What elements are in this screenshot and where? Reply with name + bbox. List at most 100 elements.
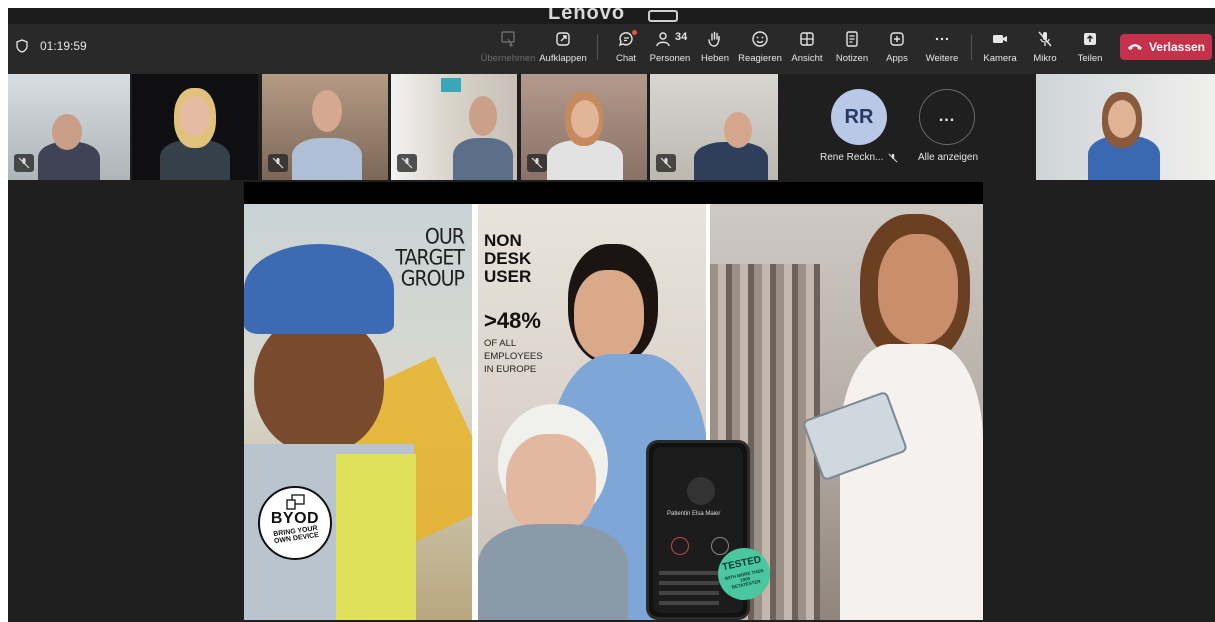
person-head bbox=[571, 100, 599, 138]
participant-name-text: Rene Reckn... bbox=[820, 152, 884, 163]
person-figure bbox=[292, 138, 362, 180]
popout-icon bbox=[556, 32, 570, 46]
view-label: Ansicht bbox=[791, 53, 823, 64]
slide-percentage: >48% bbox=[484, 308, 541, 333]
muted-indicator bbox=[14, 154, 34, 172]
leave-label: Verlassen bbox=[1148, 40, 1206, 54]
person-head bbox=[312, 90, 342, 132]
patient-face bbox=[506, 434, 596, 534]
person-figure bbox=[453, 138, 513, 180]
mic-muted-icon bbox=[401, 157, 413, 169]
leave-button[interactable]: Verlassen bbox=[1120, 34, 1212, 60]
hangup-icon bbox=[1127, 44, 1142, 50]
woman-blouse bbox=[840, 344, 983, 620]
person-head bbox=[52, 114, 82, 150]
more-actions-button[interactable]: Weitere bbox=[913, 30, 971, 70]
mic-muted-icon bbox=[18, 157, 30, 169]
devices-icon bbox=[286, 494, 305, 510]
chat-notification-dot bbox=[632, 30, 637, 35]
mic-muted-icon bbox=[531, 157, 543, 169]
top-window-chip bbox=[648, 10, 678, 22]
notes-icon bbox=[846, 31, 858, 47]
mic-label: Mikro bbox=[1033, 53, 1057, 64]
hand-icon bbox=[708, 31, 720, 47]
company-logo bbox=[441, 78, 461, 92]
participant-name: Rene Reckn... bbox=[820, 152, 898, 163]
top-window-title: Lenovo bbox=[548, 8, 626, 24]
take-control-icon bbox=[501, 31, 515, 48]
muted-indicator bbox=[268, 154, 288, 172]
woman-face bbox=[878, 234, 958, 344]
show-all-label: Alle anzeigen bbox=[918, 152, 979, 163]
mic-muted-icon bbox=[660, 157, 672, 169]
apps-plus-icon bbox=[890, 32, 904, 46]
participant-tile-speaking[interactable] bbox=[132, 74, 258, 180]
non-desk-line: NON bbox=[484, 231, 522, 250]
take-control-label: Übernehmen bbox=[480, 53, 536, 64]
non-desk-line: USER bbox=[484, 267, 532, 286]
people-label: Personen bbox=[649, 53, 691, 64]
chat-label: Chat bbox=[615, 53, 637, 64]
people-icon bbox=[656, 32, 670, 47]
person-head bbox=[469, 96, 497, 136]
muted-indicator bbox=[397, 154, 417, 172]
participant-tile[interactable] bbox=[8, 74, 130, 180]
phone-call-icon bbox=[671, 537, 689, 555]
shared-slide: OUR TARGET GROUP BYOD BRING YOUR OWN DEV… bbox=[244, 204, 983, 620]
apps-label: Apps bbox=[886, 53, 908, 64]
worker-face bbox=[254, 314, 384, 454]
more-actions-label: Weitere bbox=[925, 53, 959, 64]
participant-tile[interactable] bbox=[650, 74, 778, 180]
take-control-button[interactable]: Übernehmen bbox=[479, 30, 537, 70]
participant-tile[interactable] bbox=[262, 74, 388, 180]
phone-list-row bbox=[659, 601, 719, 605]
share-icon bbox=[1084, 33, 1096, 45]
share-button[interactable]: Teilen bbox=[1061, 30, 1119, 70]
react-label: Reagieren bbox=[738, 53, 782, 64]
person-figure bbox=[694, 142, 768, 180]
slide-non-desk-user: NON DESK USER bbox=[484, 232, 531, 286]
participant-strip: RR Rene Reckn... ... Alle anzeigen bbox=[8, 74, 1215, 182]
more-dots-icon bbox=[935, 37, 949, 41]
our-target-line: GROUP bbox=[400, 266, 465, 291]
participant-avatar[interactable]: RR bbox=[831, 89, 887, 145]
timer-text: 01:19:59 bbox=[40, 39, 87, 53]
person-head bbox=[180, 96, 210, 136]
raise-hand-label: Heben bbox=[701, 53, 729, 64]
shield-icon bbox=[16, 39, 28, 53]
slide-header-bar bbox=[244, 182, 983, 204]
phone-chat-icon bbox=[711, 537, 729, 555]
popout-button[interactable]: Aufklappen bbox=[534, 30, 592, 70]
participant-tile[interactable] bbox=[521, 74, 647, 180]
slide-percentage-caption: OF ALL EMPLOYEES IN EUROPE bbox=[484, 337, 543, 376]
notes-label: Notizen bbox=[835, 53, 869, 64]
nurse-face bbox=[574, 270, 644, 360]
byod-badge: BYOD BRING YOUR OWN DEVICE bbox=[258, 486, 332, 560]
mic-muted-icon bbox=[888, 152, 898, 163]
participant-tile[interactable] bbox=[391, 74, 517, 180]
slide-panel-worker: OUR TARGET GROUP BYOD BRING YOUR OWN DEV… bbox=[244, 204, 472, 620]
meeting-timer: 01:19:59 bbox=[16, 39, 87, 53]
percentage-caption-line: EMPLOYEES bbox=[484, 351, 543, 362]
phone-patient-name: Patientin Elsa Maier bbox=[667, 511, 721, 517]
safety-vest bbox=[336, 454, 416, 620]
person-head bbox=[1108, 100, 1136, 138]
phone-avatar bbox=[687, 477, 715, 505]
non-desk-line: DESK bbox=[484, 249, 532, 268]
participant-tile[interactable] bbox=[1036, 74, 1215, 180]
phone-list-row bbox=[659, 581, 719, 585]
mic-muted-icon bbox=[1038, 31, 1052, 47]
person-figure bbox=[547, 140, 623, 180]
muted-indicator bbox=[527, 154, 547, 172]
hard-hat bbox=[244, 244, 394, 334]
slide-our-target-group: OUR TARGET GROUP bbox=[395, 227, 465, 291]
smiley-icon bbox=[752, 31, 768, 47]
top-window-strip: Lenovo bbox=[0, 0, 1215, 24]
muted-indicator bbox=[656, 154, 676, 172]
show-all-participants-button[interactable]: ... bbox=[919, 89, 975, 145]
popout-label: Aufklappen bbox=[539, 53, 587, 64]
mic-muted-icon bbox=[272, 157, 284, 169]
phone-list-row bbox=[659, 591, 719, 595]
share-label: Teilen bbox=[1077, 53, 1103, 64]
phone-list-row bbox=[659, 571, 719, 575]
